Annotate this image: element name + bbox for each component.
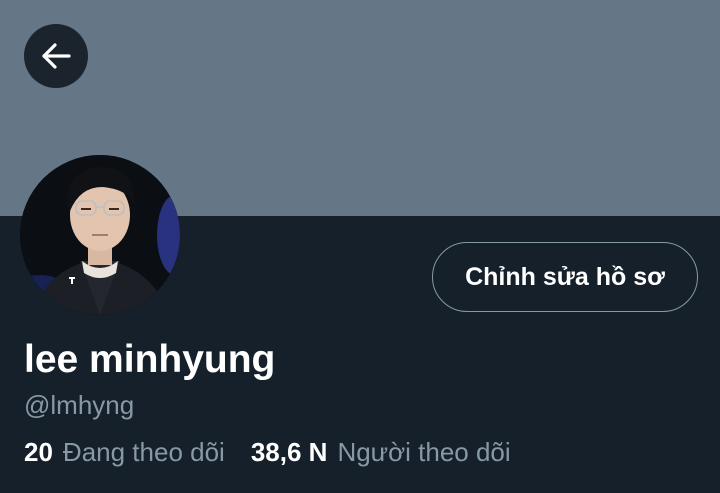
following-label: Đang theo dõi — [62, 437, 225, 467]
following-count: 20 — [24, 437, 53, 467]
back-button[interactable] — [24, 24, 88, 88]
arrow-left-icon — [38, 38, 74, 74]
display-name: lee minhyung — [24, 338, 276, 381]
followers-stat[interactable]: 38,6 N Người theo dõi — [251, 435, 511, 469]
follow-stats: 20 Đang theo dõi 38,6 N Người theo dõi — [24, 435, 511, 469]
followers-label: Người theo dõi — [337, 437, 511, 467]
followers-count: 38,6 N — [250, 437, 328, 467]
username-handle: @lmhyng — [24, 390, 135, 420]
avatar[interactable] — [20, 155, 180, 315]
edit-profile-button[interactable]: Chỉnh sửa hồ sơ — [432, 242, 698, 312]
following-stat[interactable]: 20 Đang theo dõi — [24, 435, 225, 469]
